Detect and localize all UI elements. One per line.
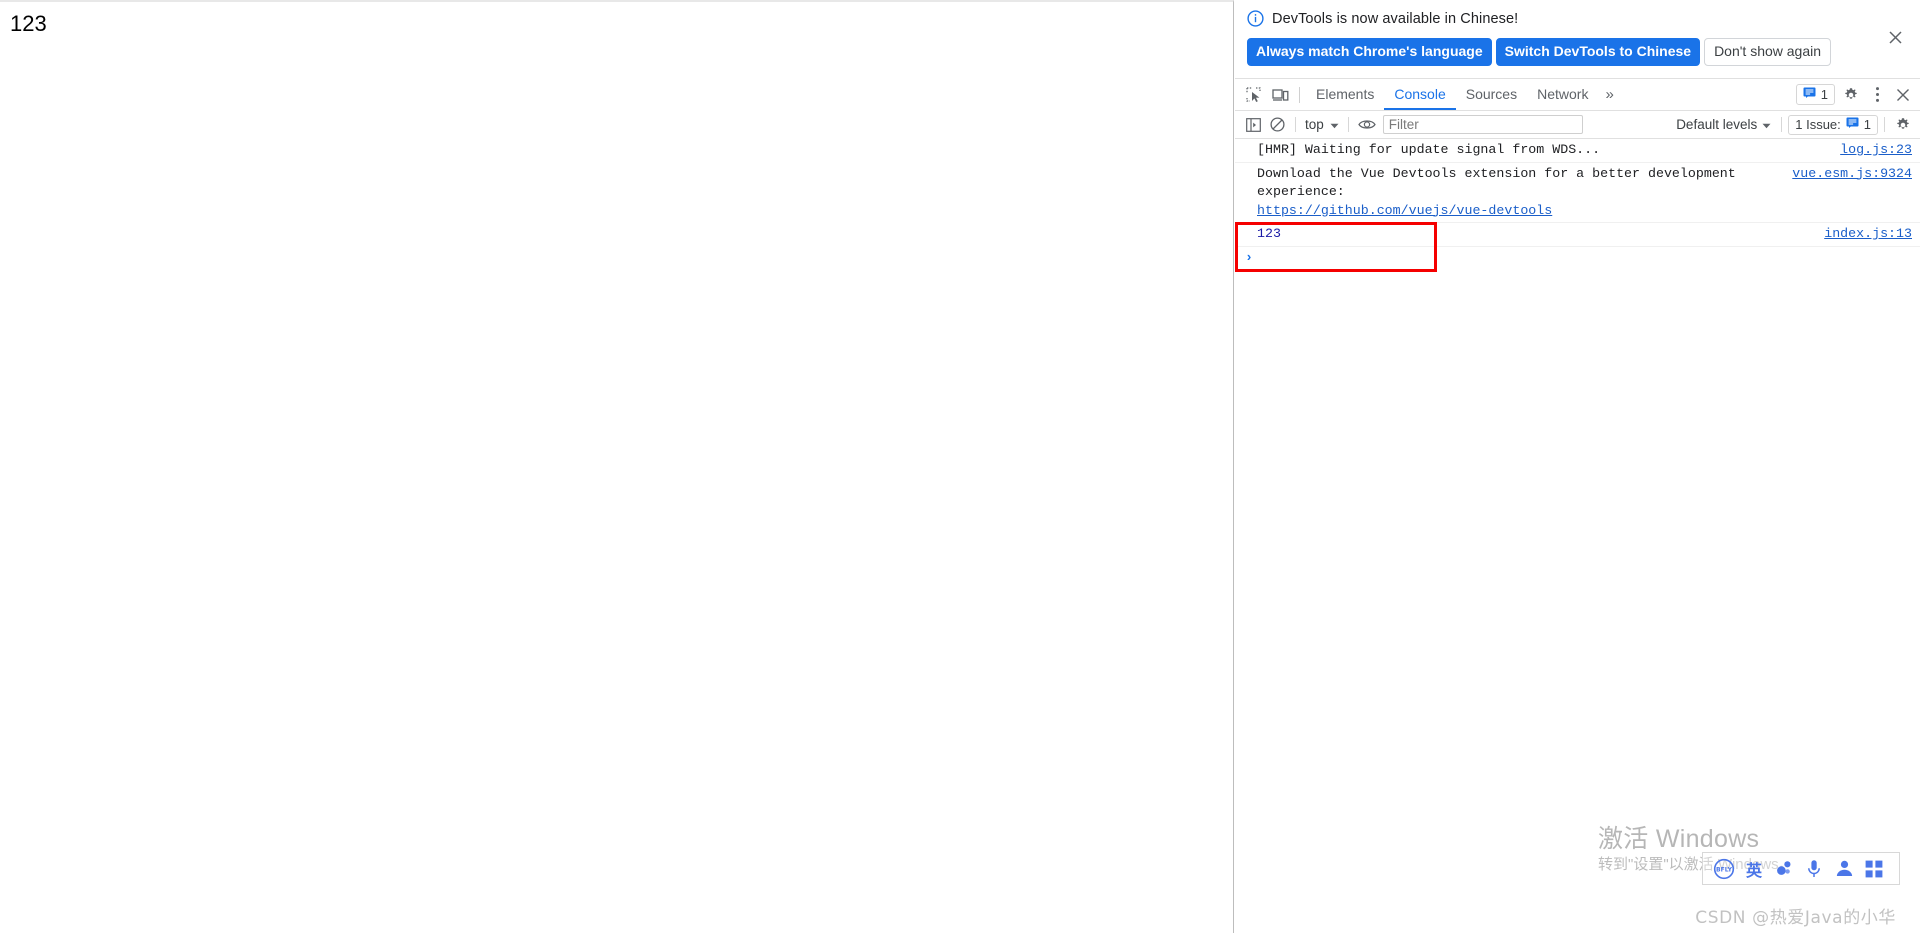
console-message-source[interactable]: index.js:13 bbox=[1824, 225, 1912, 244]
always-match-language-button[interactable]: Always match Chrome's language bbox=[1247, 38, 1492, 66]
console-message-text: [HMR] Waiting for update signal from WDS… bbox=[1257, 142, 1601, 157]
device-toolbar-icon[interactable] bbox=[1267, 82, 1293, 108]
issues-counter-count: 1 bbox=[1863, 117, 1871, 132]
tab-sources[interactable]: Sources bbox=[1456, 79, 1527, 110]
filterbar-divider-2 bbox=[1347, 117, 1349, 132]
clear-console-icon[interactable] bbox=[1265, 113, 1289, 137]
console-message: 123 index.js:13 bbox=[1235, 223, 1920, 247]
console-message-list[interactable]: [HMR] Waiting for update signal from WDS… bbox=[1235, 139, 1920, 933]
console-prompt-input[interactable] bbox=[1257, 248, 1912, 264]
console-message-source[interactable]: vue.esm.js:9324 bbox=[1792, 165, 1912, 184]
chevron-down-icon bbox=[1330, 117, 1339, 132]
log-levels-label: Default levels bbox=[1676, 117, 1758, 132]
locale-banner-text: DevTools is now available in Chinese! bbox=[1272, 10, 1519, 27]
console-sidebar-icon[interactable] bbox=[1241, 113, 1265, 137]
issue-message-icon bbox=[1846, 117, 1859, 132]
sogou-logo-icon[interactable]: BFLY bbox=[1709, 856, 1739, 882]
log-levels-select[interactable]: Default levels bbox=[1672, 117, 1775, 132]
person-icon[interactable] bbox=[1829, 856, 1859, 882]
locale-banner: DevTools is now available in Chinese! Al… bbox=[1235, 0, 1920, 79]
filter-input[interactable] bbox=[1382, 115, 1583, 134]
close-icon[interactable] bbox=[1884, 26, 1906, 48]
ime-toolbar[interactable]: BFLY 英 bbox=[1702, 852, 1900, 885]
ime-language-toggle[interactable]: 英 bbox=[1739, 856, 1769, 882]
close-devtools-icon[interactable] bbox=[1890, 82, 1916, 108]
execution-context-label: top bbox=[1305, 117, 1324, 132]
page-viewport: 123 bbox=[0, 0, 1234, 933]
locale-banner-buttons: Always match Chrome's language Switch De… bbox=[1247, 38, 1908, 66]
console-message-value: 123 bbox=[1257, 226, 1281, 241]
issues-counter-label: 1 Issue: bbox=[1795, 117, 1841, 132]
console-message-text: Download the Vue Devtools extension for … bbox=[1257, 165, 1744, 200]
tabbar-divider bbox=[1299, 86, 1300, 103]
issue-message-icon bbox=[1803, 87, 1816, 102]
input-mode-icon[interactable] bbox=[1769, 856, 1799, 882]
apps-grid-icon[interactable] bbox=[1859, 856, 1889, 882]
switch-devtools-language-button[interactable]: Switch DevTools to Chinese bbox=[1495, 38, 1701, 66]
issues-counter-badge[interactable]: 1 Issue: 1 bbox=[1788, 114, 1878, 135]
execution-context-select[interactable]: top bbox=[1302, 117, 1342, 132]
svg-text:BFLY: BFLY bbox=[1716, 866, 1733, 873]
live-expression-eye-icon[interactable] bbox=[1355, 113, 1379, 137]
locale-banner-message-row: DevTools is now available in Chinese! bbox=[1247, 10, 1908, 27]
tab-console[interactable]: Console bbox=[1384, 79, 1456, 110]
devtools-panel: DevTools is now available in Chinese! Al… bbox=[1235, 0, 1920, 933]
inspect-element-icon[interactable] bbox=[1241, 82, 1267, 108]
three-dots-vertical-icon[interactable] bbox=[1864, 82, 1890, 108]
console-message-text-wrap: Download the Vue Devtools extension for … bbox=[1257, 165, 1776, 221]
issues-badge[interactable]: 1 bbox=[1795, 84, 1835, 105]
ime-language-label: 英 bbox=[1745, 860, 1762, 880]
microphone-icon[interactable] bbox=[1799, 856, 1829, 882]
devtools-tabbar: Elements Console Sources Network » 1 bbox=[1235, 79, 1920, 111]
gear-icon[interactable] bbox=[1838, 82, 1864, 108]
console-message-source[interactable]: log.js:23 bbox=[1840, 141, 1912, 160]
screen: 123 DevTools is now available in Chinese… bbox=[0, 0, 1920, 933]
page-body-text: 123 bbox=[10, 11, 47, 36]
dont-show-again-button[interactable]: Don't show again bbox=[1704, 38, 1832, 66]
info-circle-icon bbox=[1247, 10, 1264, 27]
console-message-link[interactable]: https://github.com/vuejs/vue-devtools bbox=[1257, 203, 1552, 218]
console-message: Download the Vue Devtools extension for … bbox=[1235, 163, 1920, 223]
tab-elements[interactable]: Elements bbox=[1306, 79, 1384, 110]
console-prompt-row[interactable]: › bbox=[1235, 247, 1920, 271]
issues-count: 1 bbox=[1820, 87, 1828, 102]
filterbar-divider-3 bbox=[1781, 117, 1783, 132]
filterbar-divider-1 bbox=[1295, 117, 1296, 132]
chevron-down-icon bbox=[1762, 117, 1771, 132]
chevron-double-right-icon[interactable]: » bbox=[1598, 79, 1620, 110]
console-settings-gear-icon[interactable] bbox=[1891, 113, 1915, 137]
console-message: [HMR] Waiting for update signal from WDS… bbox=[1235, 139, 1920, 163]
console-filter-bar: top Default levels bbox=[1235, 111, 1920, 139]
tab-network[interactable]: Network bbox=[1527, 79, 1598, 110]
filterbar-divider-4 bbox=[1884, 117, 1885, 132]
console-prompt-caret: › bbox=[1245, 249, 1253, 265]
